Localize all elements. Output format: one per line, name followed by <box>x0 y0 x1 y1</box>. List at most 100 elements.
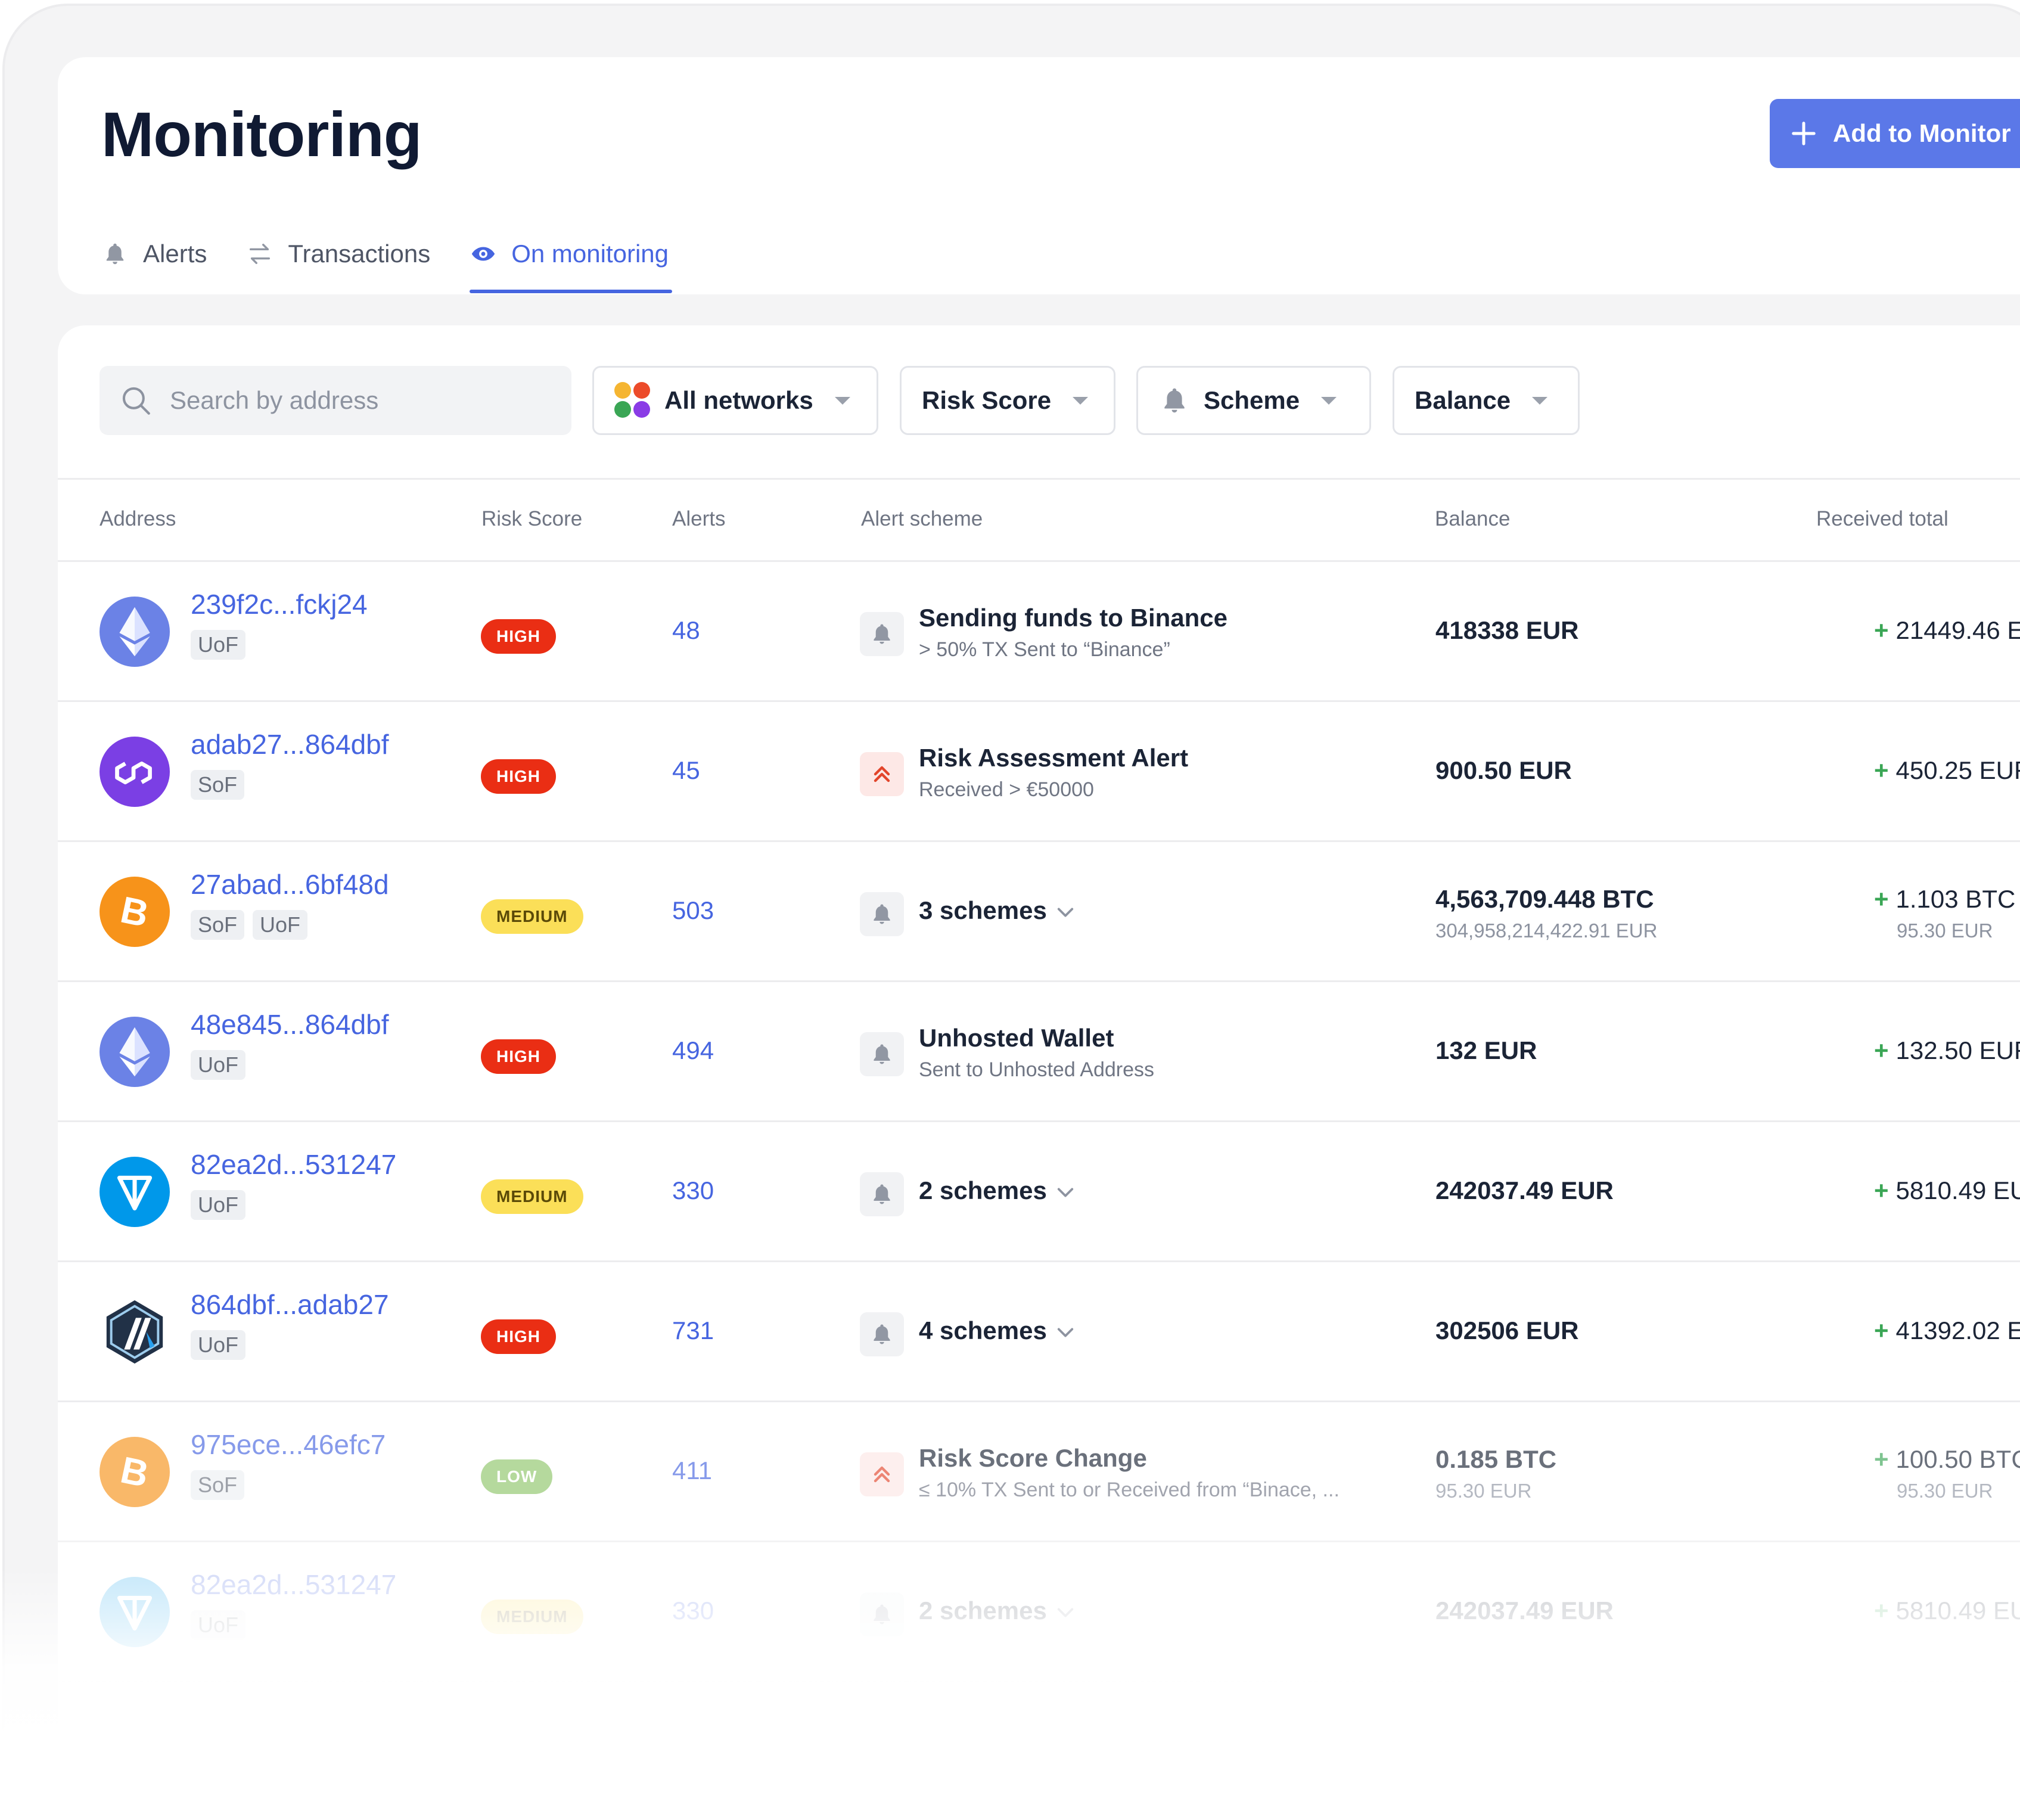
bitcoin-icon: B <box>100 1437 170 1507</box>
tab-alerts[interactable]: Alerts <box>101 230 207 278</box>
column-header-balance: Balance <box>1435 507 1511 530</box>
table-row[interactable]: 82ea2d...531247 UoF MEDIUM 330 2 schemes 2420… <box>58 1122 2020 1262</box>
table-row[interactable]: B 27abad...6bf48d SoF UoF MEDIUM 503 3 schemes… <box>58 842 2020 982</box>
table-row[interactable]: B 975ece...46efc7 SoF LOW 411 Risk Score Chan… <box>58 1402 2020 1542</box>
tag-badge: UoF <box>191 1190 246 1220</box>
address-tags: SoF UoF <box>191 910 316 940</box>
received-total: +132.50 EUR <box>1874 1036 2020 1065</box>
search-box[interactable] <box>100 366 571 435</box>
scheme-filter[interactable]: Scheme <box>1136 366 1371 435</box>
received-fiat-value: 95.30 EUR <box>1897 920 1993 942</box>
ethereum-icon <box>100 1017 170 1087</box>
balance-filter[interactable]: Balance <box>1393 366 1580 435</box>
bell-icon <box>860 1032 904 1076</box>
address-link[interactable]: 864dbf...adab27 <box>191 1288 389 1321</box>
received-total-value: 21449.46 EUR <box>1895 616 2020 644</box>
column-header-risk-score: Risk Score <box>481 507 583 530</box>
risk-up-icon <box>860 1452 904 1496</box>
tab-alerts-label: Alerts <box>143 240 207 268</box>
tag-badge: UoF <box>191 630 246 660</box>
bitcoin-icon: B <box>100 877 170 947</box>
tab-on-monitoring[interactable]: On monitoring <box>470 230 672 293</box>
balance-value: 0.185 BTC <box>1435 1445 1557 1473</box>
eye-icon <box>470 240 497 268</box>
tag-badge: SoF <box>191 770 245 800</box>
risk-score-filter[interactable]: Risk Score <box>900 366 1115 435</box>
tab-transactions[interactable]: Transactions <box>246 230 430 278</box>
plus-sign-icon: + <box>1874 1036 1889 1064</box>
balance-value: 132 EUR <box>1435 1036 1537 1064</box>
balance-value: 4,563,709.448 BTC <box>1435 885 1654 913</box>
add-to-monitor-button[interactable]: Add to Monitor <box>1770 99 2020 168</box>
received-fiat-value: 95.30 EUR <box>1897 1480 1993 1502</box>
alerts-count-link[interactable]: 503 <box>672 896 714 925</box>
tag-badge: UoF <box>191 1330 246 1360</box>
chevron-down-icon[interactable] <box>1056 1187 1074 1198</box>
address-link[interactable]: adab27...864dbf <box>191 728 389 760</box>
column-header-alert-scheme: Alert scheme <box>861 507 983 530</box>
risk-badge: HIGH <box>481 1039 556 1074</box>
alert-scheme-title[interactable]: 2 schemes <box>919 1176 1047 1205</box>
address-link[interactable]: 48e845...864dbf <box>191 1008 389 1041</box>
balance-value: 900.50 EUR <box>1435 756 1572 784</box>
bell-icon <box>860 892 904 936</box>
address-link[interactable]: 82ea2d...531247 <box>191 1148 396 1181</box>
plus-icon <box>1792 122 1816 145</box>
alert-scheme-description: Received > €50000 <box>919 778 1094 801</box>
alert-scheme-description: Sent to Unhosted Address <box>919 1058 1155 1081</box>
column-header-address: Address <box>100 507 176 530</box>
address-link[interactable]: 27abad...6bf48d <box>191 868 389 900</box>
tab-transactions-label: Transactions <box>288 240 431 268</box>
risk-badge: HIGH <box>481 759 556 794</box>
received-total-value: 450.25 EUR <box>1895 756 2020 784</box>
search-icon <box>122 387 150 415</box>
risk-up-icon <box>860 752 904 796</box>
arbitrum-icon <box>100 1297 170 1367</box>
page-title: Monitoring <box>101 100 422 170</box>
received-total-value: 5810.49 EUR <box>1895 1176 2020 1204</box>
received-total-value: 100.50 BTC <box>1895 1445 2020 1473</box>
address-link[interactable]: 239f2c...fckj24 <box>191 588 368 620</box>
bell-icon <box>860 612 904 656</box>
table-row[interactable]: 239f2c...fckj24 UoF HIGH 48 Sending funds to… <box>58 562 2020 702</box>
plus-sign-icon: + <box>1874 1316 1889 1344</box>
add-to-monitor-label: Add to Monitor <box>1833 119 2011 147</box>
plus-sign-icon: + <box>1874 756 1889 784</box>
address-tags: UoF <box>191 1190 254 1220</box>
alert-scheme-description: ≤ 10% TX Sent to or Received from “Binac… <box>919 1479 1340 1501</box>
chevron-down-icon[interactable] <box>1056 906 1074 918</box>
alert-scheme-title: Risk Assessment Alert <box>919 744 1189 772</box>
table-row[interactable]: adab27...864dbf SoF HIGH 45 Risk Assessment … <box>58 702 2020 842</box>
risk-badge: MEDIUM <box>481 899 583 934</box>
address-link[interactable]: 975ece...46efc7 <box>191 1428 386 1461</box>
tag-badge: SoF <box>191 1470 245 1500</box>
caret-down-icon <box>1321 396 1337 405</box>
balance-value: 418338 EUR <box>1435 616 1579 644</box>
alert-scheme-title[interactable]: 3 schemes <box>919 896 1047 925</box>
networks-icon <box>614 382 651 419</box>
search-input[interactable] <box>169 386 529 415</box>
alerts-count-link[interactable]: 731 <box>672 1316 714 1345</box>
networks-filter[interactable]: All networks <box>592 366 878 435</box>
alerts-count-link[interactable]: 45 <box>672 756 700 785</box>
address-tags: SoF <box>191 770 253 800</box>
alerts-count-link[interactable]: 330 <box>672 1176 714 1205</box>
alerts-count-link[interactable]: 411 <box>672 1456 712 1485</box>
plus-sign-icon: + <box>1874 885 1889 913</box>
balance-value: 242037.49 EUR <box>1435 1176 1614 1204</box>
table-row[interactable]: 48e845...864dbf UoF HIGH 494 Unhosted Wallet… <box>58 982 2020 1122</box>
received-total-value: 132.50 EUR <box>1895 1036 2020 1064</box>
tab-on-monitoring-label: On monitoring <box>511 240 669 268</box>
polygon-icon <box>100 737 170 807</box>
bell-icon <box>101 240 129 268</box>
alert-scheme-title[interactable]: 4 schemes <box>919 1316 1047 1345</box>
plus-sign-icon: + <box>1874 1445 1889 1473</box>
bell-icon <box>1158 384 1191 417</box>
address-tags: UoF <box>191 630 254 660</box>
table-row[interactable]: 864dbf...adab27 UoF HIGH 731 4 schemes 302506… <box>58 1262 2020 1402</box>
risk-badge: HIGH <box>481 619 556 654</box>
alerts-count-link[interactable]: 48 <box>672 616 700 645</box>
chevron-down-icon[interactable] <box>1056 1327 1074 1338</box>
risk-badge: LOW <box>481 1459 553 1494</box>
alerts-count-link[interactable]: 494 <box>672 1036 714 1065</box>
